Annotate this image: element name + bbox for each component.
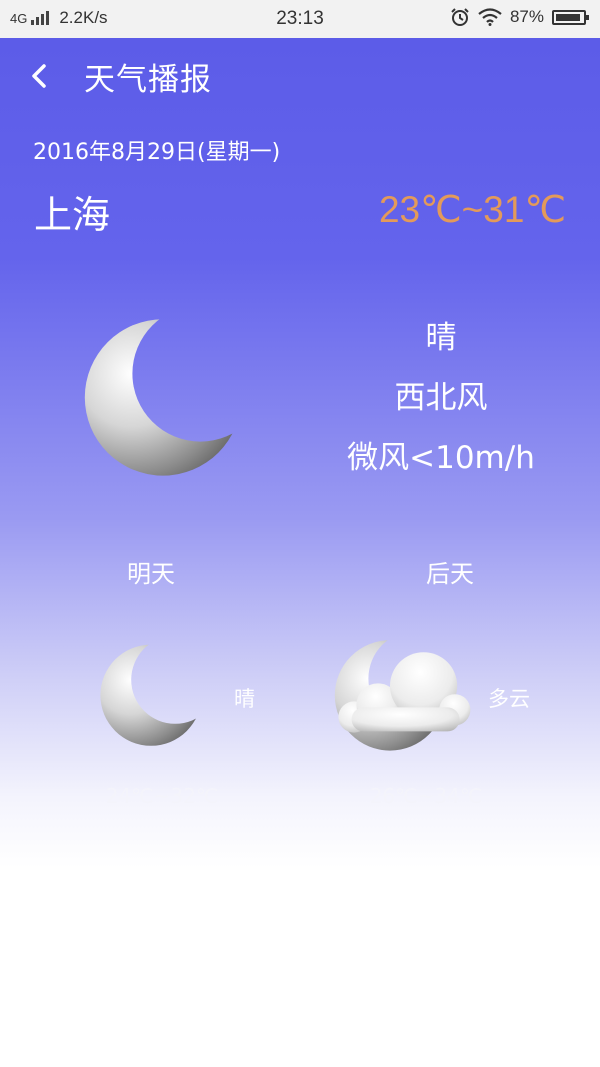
alarm-icon [451, 8, 469, 26]
today-temp-range: 23℃~31℃ [378, 189, 566, 230]
today-wind-direction: 西北风 [394, 380, 488, 416]
moon-icon [100, 644, 202, 746]
battery-icon [552, 9, 589, 25]
status-bar: 4G 2.2K/s 23:13 87% [0, 0, 600, 38]
status-right: 87% [450, 7, 589, 27]
battery-percent: 87% [509, 7, 544, 26]
wifi-icon [478, 8, 502, 26]
forecast-day-label: 明天 [127, 560, 175, 588]
chevron-left-icon [32, 64, 46, 88]
moon-cloud-icon [334, 640, 471, 751]
forecast-condition: 晴 [234, 687, 255, 711]
back-button[interactable] [24, 56, 60, 96]
forecast-temp-range: 26℃~34℃ [369, 784, 483, 808]
forecast-temp-range: 24℃~32℃ [105, 784, 219, 808]
today-condition: 晴 [425, 320, 457, 356]
forecast-condition: 多云 [488, 687, 530, 711]
app-bar: 天气播报 [0, 38, 600, 114]
today-date: 2016年8月29日(星期一) [33, 140, 281, 165]
weather-screen: 天气播报 2016年8月29日(星期一) 上海 23℃~31℃ 晴 西北风 微风… [0, 38, 600, 1067]
city-name: 上海 [34, 193, 111, 237]
moon-icon [84, 319, 242, 476]
page-title: 天气播报 [84, 62, 212, 98]
today-conditions: 晴 西北风 微风<10m/h [330, 308, 552, 488]
today-wind-speed: 微风<10m/h [347, 440, 535, 476]
forecast-day-label: 后天 [426, 560, 474, 588]
